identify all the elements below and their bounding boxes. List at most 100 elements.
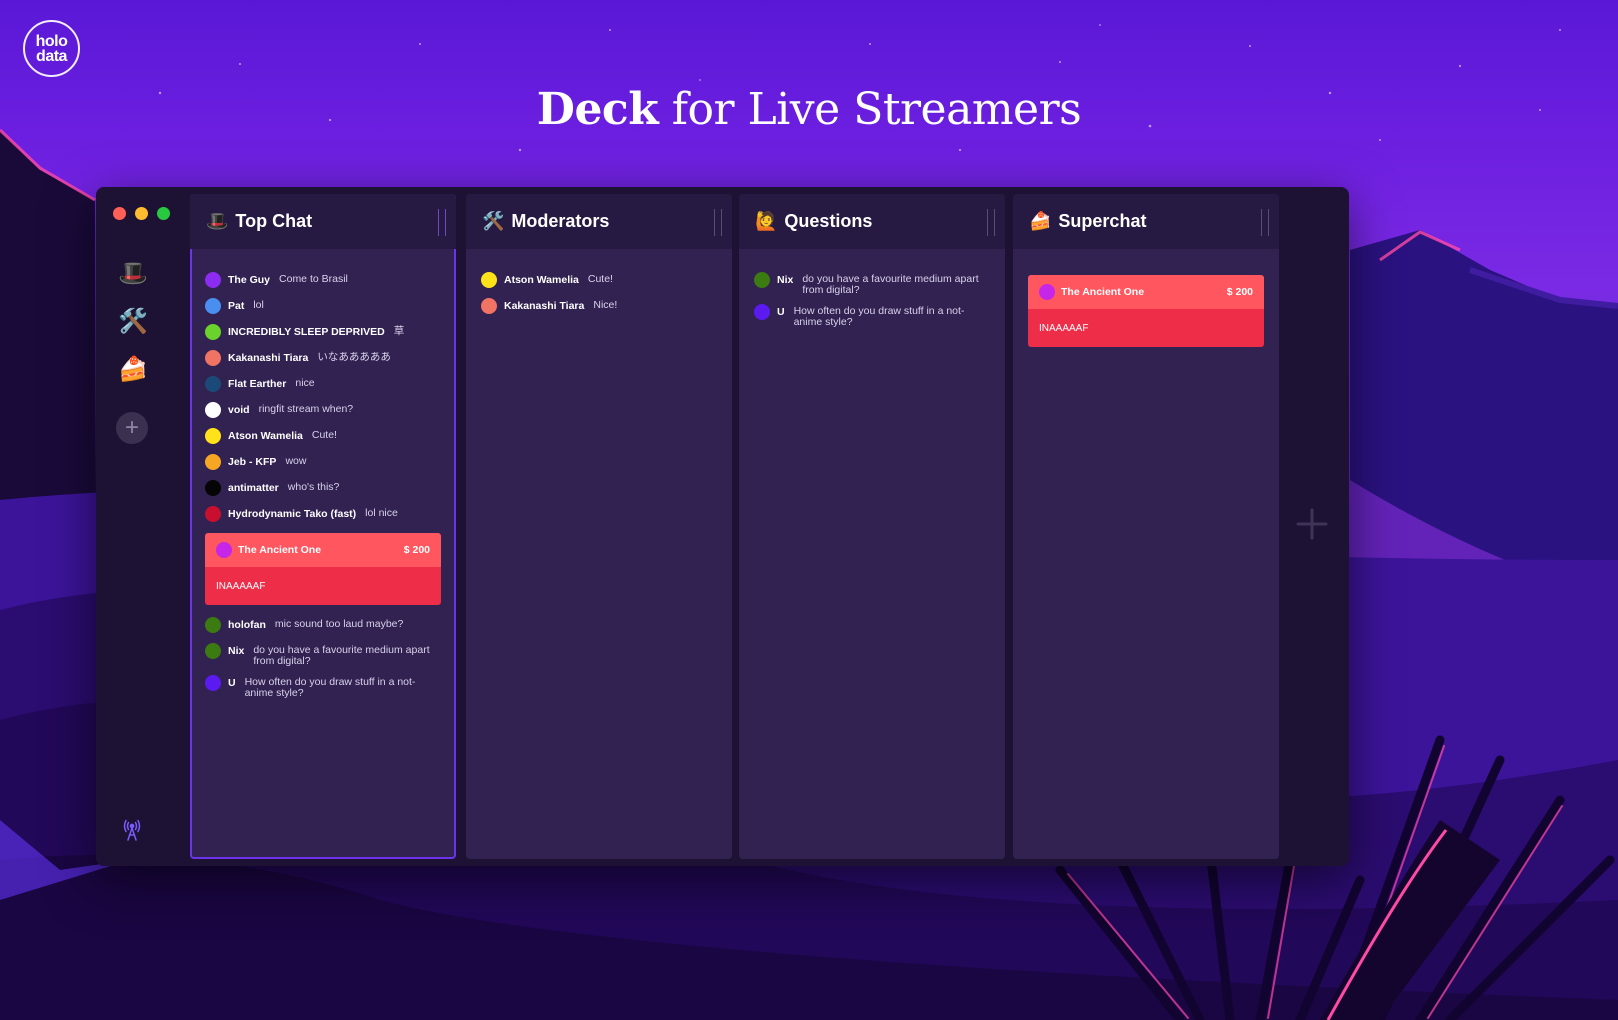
message-text: Cute! [311, 429, 337, 441]
message-text: How often do you draw stuff in a not-ani… [244, 676, 416, 699]
maximize-window-button[interactable] [157, 207, 170, 220]
drag-handle-icon[interactable] [714, 209, 722, 236]
message-text: lol [253, 299, 264, 311]
superchat-amount: $ 200 [1226, 286, 1253, 298]
deck-app-window: 🎩 🛠️ 🍰 + 🎩 Top Chat The Guy Come to Brasil P… [96, 187, 1349, 866]
hammer-wrench-icon: 🛠️ [118, 307, 148, 335]
drag-handle-icon[interactable] [438, 209, 446, 236]
chat-message[interactable]: Kakanashi Tiara Nice! [466, 295, 732, 319]
column-superchat: 🍰 Superchat The Ancient One $ 200 INAAAAAF [1013, 194, 1279, 859]
message-text: mic sound too laud maybe? [274, 618, 404, 630]
column-icon: 🎩 [206, 211, 229, 231]
avatar [481, 298, 497, 314]
message-text: ringfit stream when? [258, 403, 354, 415]
superchat-card[interactable]: The Ancient One $ 200 INAAAAAF [205, 533, 441, 605]
avatar [205, 454, 221, 470]
message-author: void [228, 404, 250, 416]
message-text: How often do you draw stuff in a not-ani… [793, 305, 965, 328]
logo-line-2: data [36, 47, 67, 65]
rail-item-top-chat[interactable]: 🎩 [117, 257, 149, 289]
cake-icon: 🍰 [118, 355, 148, 383]
superchat-amount: $ 200 [403, 544, 430, 556]
message-author: Atson Wamelia [504, 274, 579, 286]
page-headline: Deck for Live Streamers [0, 84, 1618, 135]
chat-message[interactable]: Hydrodynamic Tako (fast) lol nice [190, 503, 456, 527]
avatar [1039, 284, 1055, 300]
chat-message[interactable]: holofan mic sound too laud maybe? [190, 614, 456, 638]
chat-message[interactable]: Kakanashi Tiara いなあああああ [190, 347, 456, 371]
message-list: The Ancient One $ 200 INAAAAAF [1013, 249, 1279, 347]
avatar [205, 617, 221, 633]
column-header[interactable]: 🍰 Superchat [1013, 194, 1279, 249]
logo-line-1: holo [35, 32, 68, 50]
holodata-logo[interactable]: holo data [23, 20, 80, 77]
message-author: Pat [228, 300, 245, 312]
column-header[interactable]: 🙋 Questions [739, 194, 1005, 249]
avatar [205, 376, 221, 392]
minimize-window-button[interactable] [135, 207, 148, 220]
avatar [205, 643, 221, 659]
avatar [481, 272, 497, 288]
column-icon: 🍰 [1029, 211, 1052, 231]
headline-rest: for Live Streamers [671, 84, 1082, 135]
message-text: Come to Brasil [279, 273, 348, 285]
message-list: Nix do you have a favourite medium apart … [739, 249, 1005, 331]
drag-handle-icon[interactable] [1261, 209, 1269, 236]
avatar [754, 304, 770, 320]
chat-message[interactable]: antimatter who's this? [190, 477, 456, 501]
superchat-message: INAAAAAF [216, 580, 266, 592]
broadcast-tower-icon[interactable] [123, 819, 141, 841]
chat-message[interactable]: U How often do you draw stuff in a not-an… [739, 301, 1005, 331]
headline-strong: Deck [536, 84, 659, 135]
message-author: Jeb - KFP [228, 456, 277, 468]
message-text: do you have a favourite medium apart fro… [802, 273, 979, 296]
chat-message[interactable]: Pat lol [190, 295, 456, 319]
column-header[interactable]: 🛠️ Moderators [466, 194, 732, 249]
message-author: Nix [777, 274, 794, 286]
avatar [205, 428, 221, 444]
column-questions: 🙋 Questions Nix do you have a favourite med… [739, 194, 1005, 859]
close-window-button[interactable] [113, 207, 126, 220]
message-author: Atson Wamelia [228, 430, 303, 442]
message-author: INCREDIBLY SLEEP DEPRIVED [228, 326, 385, 338]
chat-message[interactable]: Flat Earther nice [190, 373, 456, 397]
avatar [205, 506, 221, 522]
column-icon: 🙋 [755, 211, 778, 231]
chat-message[interactable]: Atson Wamelia Cute! [466, 269, 732, 293]
superchat-body: INAAAAAF [1028, 309, 1264, 347]
message-text: nice [295, 377, 315, 389]
rail-item-moderators[interactable]: 🛠️ [117, 305, 149, 337]
chat-message[interactable]: void ringfit stream when? [190, 399, 456, 423]
add-column-button[interactable] [1295, 507, 1329, 541]
top-hat-icon: 🎩 [118, 259, 148, 287]
chat-message[interactable]: U How often do you draw stuff in a not-an… [190, 672, 456, 702]
add-channel-button[interactable]: + [116, 412, 148, 444]
message-author: Flat Earther [228, 378, 287, 390]
superchat-message: INAAAAAF [1039, 322, 1089, 334]
message-author: U [228, 677, 236, 689]
avatar [205, 298, 221, 314]
message-author: U [777, 306, 785, 318]
column-header[interactable]: 🎩 Top Chat [190, 194, 456, 249]
column-title: Top Chat [235, 211, 313, 231]
avatar [205, 675, 221, 691]
message-author: Nix [228, 645, 245, 657]
superchat-author: The Ancient One [1061, 286, 1145, 298]
message-author: The Guy [228, 274, 271, 286]
rail-item-superchat[interactable]: 🍰 [117, 353, 149, 385]
column-moderators: 🛠️ Moderators Atson Wamelia Cute! Kakanashi … [466, 194, 732, 859]
message-text: Nice! [593, 299, 618, 311]
chat-message[interactable]: INCREDIBLY SLEEP DEPRIVED 草 [190, 321, 456, 345]
superchat-card[interactable]: The Ancient One $ 200 INAAAAAF [1028, 275, 1264, 347]
superchat-author: The Ancient One [238, 544, 322, 556]
chat-message[interactable]: The Guy Come to Brasil [190, 269, 456, 293]
avatar [205, 324, 221, 340]
chat-message[interactable]: Atson Wamelia Cute! [190, 425, 456, 449]
message-text: 草 [393, 325, 405, 337]
message-text: wow [285, 455, 307, 467]
chat-message[interactable]: Nix do you have a favourite medium apart … [739, 269, 1005, 299]
message-author: holofan [228, 619, 266, 631]
chat-message[interactable]: Jeb - KFP wow [190, 451, 456, 475]
chat-message[interactable]: Nix do you have a favourite medium apart … [190, 640, 456, 670]
drag-handle-icon[interactable] [987, 209, 995, 236]
